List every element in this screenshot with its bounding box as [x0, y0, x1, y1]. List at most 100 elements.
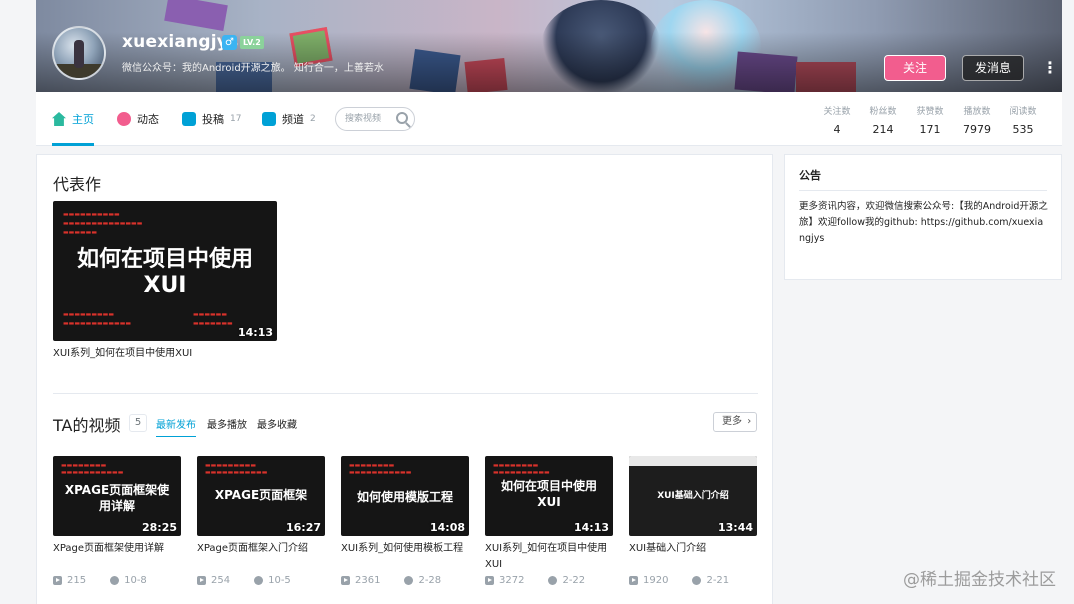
video-title[interactable]: XUI系列_如何使用模板工程: [341, 541, 469, 557]
cover-title-line2: XUI: [143, 273, 187, 298]
search-placeholder: 搜索视频: [345, 114, 382, 124]
video-cover-text: XUI基础入门介绍: [657, 491, 729, 501]
tab-home-label: 主页: [72, 113, 94, 126]
video-meta: 2361 2-28: [341, 575, 441, 586]
play-count-icon: [629, 576, 638, 585]
cover-screenshot-toolbar: [629, 456, 757, 466]
tab-uploads-count: 17: [230, 114, 242, 124]
tab-feed-label: 动态: [137, 113, 159, 126]
video-cover[interactable]: ▬▬▬▬▬▬▬▬ ▬▬▬▬▬▬▬▬▬▬▬ XPAGE页面框架使用详解 28:25: [53, 456, 181, 536]
watermark: @稀土掘金技术社区: [903, 570, 1056, 590]
video-search-input[interactable]: 搜索视频: [335, 107, 415, 131]
video-title[interactable]: XPage页面框架使用详解: [53, 541, 181, 557]
banner-decor-gift: [164, 0, 228, 32]
tab-uploads[interactable]: 投稿 17: [182, 92, 241, 146]
stat-label: 关注数: [823, 107, 851, 117]
tab-channels[interactable]: 频道 2: [262, 92, 316, 146]
avatar[interactable]: [52, 26, 106, 80]
video-meta: 215 10-8: [53, 575, 147, 586]
more-videos-button[interactable]: 更多 ›: [713, 412, 757, 432]
cover-red-text: ▬▬▬▬▬▬▬▬▬▬: [493, 469, 550, 476]
video-meta: 3272 2-22: [485, 575, 585, 586]
cover-red-text: ▬▬▬▬▬▬▬▬▬▬▬▬: [63, 320, 132, 327]
clock-icon: [404, 576, 414, 585]
video-count-badge: 5: [129, 414, 147, 432]
play-count: 3272: [499, 575, 525, 586]
stat-label: 粉丝数: [869, 107, 897, 117]
video-title[interactable]: XUI系列_如何在项目中使用XUI: [485, 541, 613, 573]
video-cover-text: 如何在项目中使用XUI: [500, 479, 597, 509]
play-count-icon: [53, 576, 62, 585]
video-title[interactable]: XPage页面框架入门介绍: [197, 541, 325, 557]
masterpiece-video-title[interactable]: XUI系列_如何在项目中使用XUI: [53, 346, 283, 362]
video-cover-text: XPAGE页面框架: [214, 488, 308, 502]
profile-banner: xuexiangjys ♂ LV.2 微信公众号：我的Android开源之旅。 …: [36, 0, 1062, 92]
video-duration: 28:25: [141, 521, 177, 534]
stat-value: 535: [1012, 123, 1034, 136]
stat-plays: 播放数 7979: [952, 104, 1002, 136]
tab-most-favorited[interactable]: 最多收藏: [257, 416, 297, 436]
notice-divider: [799, 190, 1047, 191]
stat-label: 获赞数: [916, 107, 944, 117]
video-meta: 254 10-5: [197, 575, 291, 586]
video-cover[interactable]: ▬▬▬▬▬▬▬▬▬ ▬▬▬▬▬▬▬▬▬▬▬ XPAGE页面框架 16:27: [197, 456, 325, 536]
stat-fans[interactable]: 粉丝数 214: [858, 104, 908, 136]
play-count: 254: [211, 575, 231, 586]
cover-red-text: ▬▬▬▬▬▬▬▬▬▬: [63, 211, 120, 218]
cover-title-line1: 如何在项目中使用: [76, 247, 253, 272]
video-title[interactable]: XUI基础入门介绍: [629, 541, 757, 557]
chevron-right-icon: ›: [747, 416, 752, 427]
more-options-icon[interactable]: ⋮: [1042, 58, 1058, 78]
stat-following[interactable]: 关注数 4: [812, 104, 862, 136]
upload-date: 10-8: [124, 575, 147, 586]
tab-channels-count: 2: [310, 114, 316, 124]
upload-date: 2-21: [706, 575, 730, 586]
stat-likes: 获赞数 171: [905, 104, 955, 136]
masterpiece-title: 代表作: [53, 175, 102, 194]
profile-nav: 主页 动态 投稿 17 频道 2 搜索视频 关注数 4 粉丝数 214 获赞数 …: [36, 92, 1062, 146]
masterpiece-cover[interactable]: ▬▬▬▬▬▬▬▬▬▬ ▬▬▬▬▬▬▬▬▬▬▬▬▬▬ ▬▬▬▬▬▬ 如何在项目中使…: [53, 201, 277, 341]
video-cover-text: XPAGE页面框架使用详解: [64, 483, 170, 513]
video-cover[interactable]: ▬▬▬▬▬▬▬▬ ▬▬▬▬▬▬▬▬▬▬▬ 如何使用模版工程 14:08: [341, 456, 469, 536]
clock-icon: [254, 576, 264, 585]
tab-feed[interactable]: 动态: [117, 92, 159, 146]
clock-icon: [110, 576, 120, 585]
male-gender-icon: ♂: [222, 35, 237, 50]
play-count-icon: [485, 576, 494, 585]
video-meta: 1920 2-21: [629, 575, 729, 586]
video-duration: 14:13: [573, 521, 609, 534]
send-message-button[interactable]: 发消息: [962, 55, 1024, 81]
video-cover[interactable]: ▬▬▬▬▬▬▬▬ ▬▬▬▬▬▬▬▬▬▬ 如何在项目中使用XUI 14:13: [485, 456, 613, 536]
main-panel: 代表作 ▬▬▬▬▬▬▬▬▬▬ ▬▬▬▬▬▬▬▬▬▬▬▬▬▬ ▬▬▬▬▬▬ 如何在…: [36, 154, 773, 604]
level-badge: LV.2: [240, 36, 264, 49]
video-duration: 13:44: [717, 521, 753, 534]
search-icon[interactable]: [396, 112, 408, 124]
notice-body: 更多资讯内容，欢迎微信搜索公众号:【我的Android开源之旅】欢迎follow…: [799, 201, 1048, 244]
cover-red-text: ▬▬▬▬▬▬▬: [193, 320, 233, 327]
play-count-icon: [341, 576, 350, 585]
cover-red-text: ▬▬▬▬▬▬: [63, 229, 98, 236]
videos-section-title: TA的视频: [53, 416, 121, 435]
tab-channels-label: 频道: [282, 113, 304, 126]
home-icon: [52, 112, 66, 126]
video-duration: 16:27: [285, 521, 321, 534]
video-duration: 14:13: [237, 326, 273, 339]
cover-red-text: ▬▬▬▬▬▬: [193, 311, 228, 318]
stat-label: 阅读数: [1009, 107, 1037, 117]
notice-title: 公告: [799, 169, 821, 182]
upload-date: 2-28: [418, 575, 442, 586]
tab-latest[interactable]: 最新发布: [156, 416, 196, 437]
video-cover[interactable]: XUI基础入门介绍 13:44: [629, 456, 757, 536]
play-count: 1920: [643, 575, 669, 586]
stat-reads: 阅读数 535: [998, 104, 1048, 136]
more-videos-label: 更多: [722, 416, 742, 427]
tab-home[interactable]: 主页: [52, 92, 94, 146]
play-count: 215: [67, 575, 87, 586]
stat-label: 播放数: [963, 107, 991, 117]
upload-icon: [182, 112, 196, 126]
tab-most-played[interactable]: 最多播放: [207, 416, 247, 436]
stat-value: 4: [833, 123, 841, 136]
play-count: 2361: [355, 575, 381, 586]
follow-button[interactable]: 关注: [884, 55, 946, 81]
cover-red-text: ▬▬▬▬▬▬▬▬▬▬▬: [205, 469, 268, 476]
